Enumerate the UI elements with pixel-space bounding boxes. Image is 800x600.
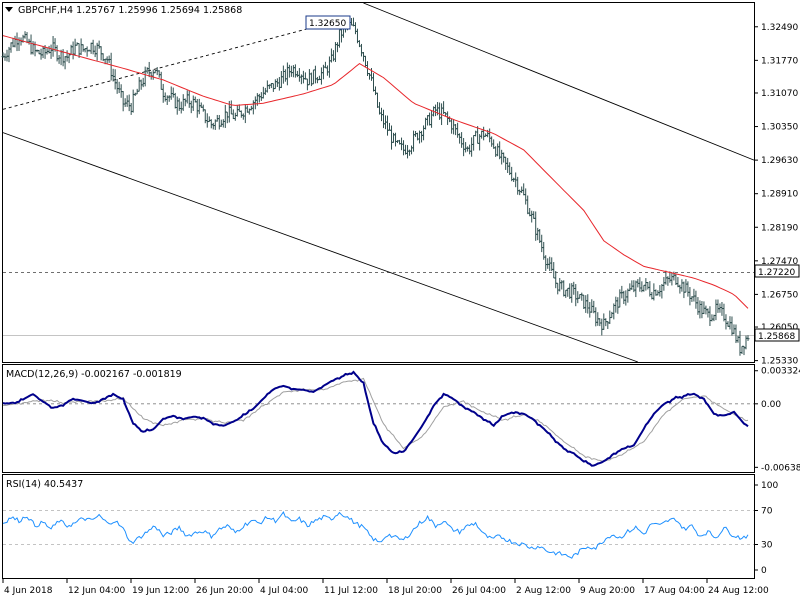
time-tick-label: 24 Aug 12:00 [708, 586, 769, 596]
price-tick-label: 1.30350 [761, 123, 798, 133]
time-tick-label: 26 Jun 20:00 [196, 586, 253, 596]
price-tick-label: 1.28190 [761, 223, 798, 233]
chart: 1.32490 1.31770 1.31070 1.30350 1.29630 1.289… [1, 2, 800, 596]
price-panel [2, 2, 755, 363]
rsi-tick-label: 30 [761, 541, 773, 551]
price-tick-label: 1.32490 [761, 23, 798, 33]
rsi-panel [2, 474, 755, 579]
price-tick-label: 1.29630 [761, 156, 798, 166]
symbol-info: GBPCHF,H4 1.25767 1.25996 1.25694 1.2586… [18, 5, 242, 16]
time-tick-label: 18 Jul 20:00 [388, 586, 442, 596]
macd-tick-label: 0.00 [761, 400, 781, 410]
level-tag-text: 1.27220 [758, 268, 795, 278]
price-tick-label: 1.26750 [761, 290, 798, 300]
current-price-text: 1.25868 [758, 332, 795, 342]
time-tick-label: 26 Jul 04:00 [452, 586, 506, 596]
rsi-title: RSI(14) 40.5437 [6, 479, 83, 490]
rsi-tick-label: 0 [761, 566, 767, 576]
time-tick-label: 17 Aug 04:00 [644, 586, 705, 596]
price-tick-label: 1.31070 [761, 89, 798, 99]
time-tick-label: 4 Jun 2018 [4, 586, 53, 596]
time-tick-label: 9 Aug 20:00 [580, 586, 635, 596]
macd-panel [2, 364, 755, 473]
macd-title: MACD(12,26,9) -0.002167 -0.001819 [6, 369, 182, 380]
time-tick-label: 19 Jun 12:00 [132, 586, 189, 596]
price-tick-label: 1.31770 [761, 56, 798, 66]
price-tick-label: 1.28910 [761, 190, 798, 200]
rsi-tick-label: 100 [761, 481, 778, 491]
time-tick-label: 12 Jun 04:00 [68, 586, 125, 596]
peak-label: 1.32650 [309, 19, 346, 29]
time-tick-label: 4 Jul 04:00 [260, 586, 309, 596]
time-tick-label: 2 Aug 12:00 [516, 586, 571, 596]
price-tick-label: 1.25330 [761, 357, 798, 367]
macd-tick-label: -0.006381 [761, 463, 800, 473]
rsi-tick-label: 70 [761, 507, 773, 517]
macd-tick-label: 0.003324 [761, 367, 800, 377]
time-tick-label: 11 Jul 12:00 [324, 586, 378, 596]
